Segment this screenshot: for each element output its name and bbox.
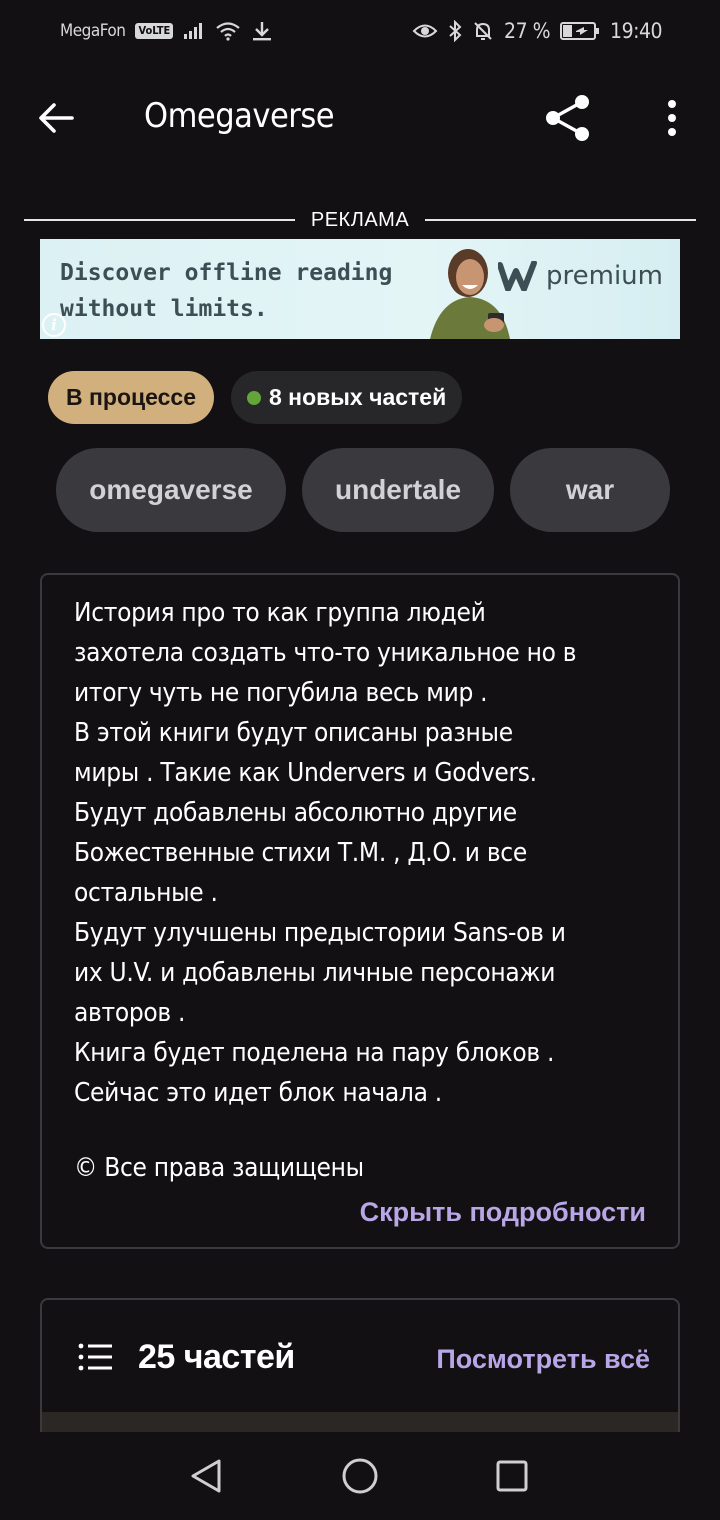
triangle-back-icon xyxy=(191,1459,221,1493)
volte-badge: VoLTE xyxy=(135,23,174,39)
description-card: История про то как группа людей захотела… xyxy=(40,573,680,1249)
view-all-link[interactable]: Посмотреть всё xyxy=(436,1344,650,1375)
new-parts-chip: 8 новых частей xyxy=(231,371,463,424)
wifi-icon xyxy=(215,21,241,41)
status-chip: В процессе xyxy=(48,371,214,424)
share-button[interactable] xyxy=(540,90,596,146)
nav-back-button[interactable] xyxy=(180,1450,232,1502)
more-vertical-icon xyxy=(668,100,676,136)
carrier-name: MegaFon xyxy=(60,21,126,41)
ad-line-1: Discover offline reading xyxy=(60,260,393,286)
status-bar-right: 27 % 19:40 xyxy=(412,19,662,43)
ad-brand-logo: premium xyxy=(498,261,663,291)
hide-details-link[interactable]: Скрыть подробности xyxy=(360,1197,646,1228)
bell-off-icon xyxy=(472,20,494,42)
square-recents-icon xyxy=(496,1460,528,1492)
back-button[interactable] xyxy=(30,92,82,144)
circle-home-icon xyxy=(342,1458,378,1494)
parts-header[interactable]: 25 частей Посмотреть всё xyxy=(42,1300,678,1412)
nav-home-button[interactable] xyxy=(334,1450,386,1502)
new-parts-label: 8 новых частей xyxy=(269,384,447,410)
description-text: История про то как группа людей захотела… xyxy=(74,598,577,1108)
divider-line xyxy=(425,219,697,221)
parts-count: 25 частей xyxy=(138,1338,295,1376)
clock: 19:40 xyxy=(610,19,662,43)
eye-icon xyxy=(412,22,438,40)
more-options-button[interactable] xyxy=(648,90,696,146)
w-logo-icon xyxy=(498,261,537,291)
app-bar: Omegaverse xyxy=(0,70,720,166)
battery-icon xyxy=(560,21,600,41)
story-title: Omegaverse xyxy=(144,96,335,136)
tag-chip[interactable]: war xyxy=(510,448,670,532)
tag-chip[interactable]: omegaverse xyxy=(56,448,286,532)
ad-banner[interactable]: Discover offline reading without limits.… xyxy=(40,239,680,339)
ad-divider: РЕКЛАМА xyxy=(24,206,697,234)
screen: MegaFon VoLTE 27 % 19:40 Omegaverse РЕКЛ… xyxy=(0,0,720,1520)
ad-info-icon[interactable]: i xyxy=(42,313,66,337)
status-bar-left: MegaFon VoLTE xyxy=(60,20,273,42)
parts-card: 25 частей Посмотреть всё xyxy=(40,1298,680,1448)
bluetooth-icon xyxy=(448,20,462,42)
signal-icon xyxy=(183,22,205,40)
arrow-left-icon xyxy=(39,103,74,133)
ad-headline: Discover offline reading without limits. xyxy=(60,255,392,327)
nav-recents-button[interactable] xyxy=(486,1450,538,1502)
tag-list: omegaverse undertale war xyxy=(56,448,688,534)
ad-line-2: without limits. xyxy=(60,296,268,322)
system-nav-bar xyxy=(0,1432,720,1520)
green-dot-icon xyxy=(247,390,261,405)
share-icon xyxy=(546,95,589,141)
divider-line xyxy=(24,219,295,221)
battery-percent: 27 % xyxy=(504,19,551,43)
list-icon xyxy=(78,1343,112,1371)
ad-brand-text: premium xyxy=(546,261,663,291)
copyright-text: © Все права защищены xyxy=(74,1153,364,1183)
tag-chip[interactable]: undertale xyxy=(302,448,494,532)
download-icon xyxy=(251,20,273,42)
ad-label: РЕКЛАМА xyxy=(310,208,410,231)
status-bar: MegaFon VoLTE 27 % 19:40 xyxy=(0,0,720,62)
